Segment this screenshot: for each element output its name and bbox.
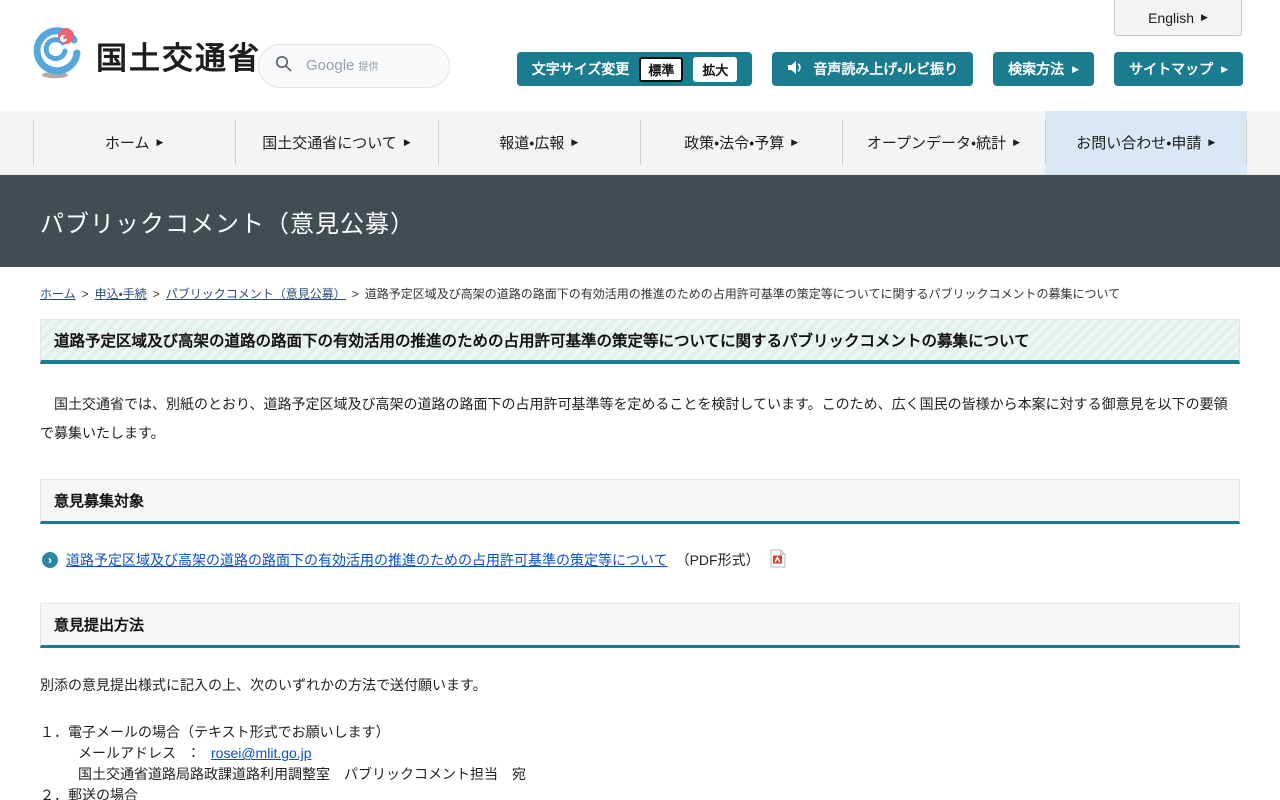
mail-case-line: ２．郵送の場合 bbox=[40, 785, 1240, 800]
search-icon bbox=[275, 55, 292, 77]
font-size-standard-button[interactable]: 標準 bbox=[639, 57, 683, 82]
attachment-format-label: （PDF形式） bbox=[676, 550, 760, 570]
nav-item-contact[interactable]: お問い合わせ・申請 ▶ bbox=[1045, 111, 1247, 174]
arrow-right-icon: ▶ bbox=[1072, 65, 1079, 74]
email-address-line: メールアドレス ： rosei@mlit.go.jp bbox=[40, 743, 1240, 764]
tts-button-label: 音声読み上げ・ルビ振り bbox=[813, 59, 958, 79]
site-header: 国土交通省 Google 提供 English ▶ 文字サイズ変更 標準 拡大 bbox=[0, 0, 1280, 111]
font-size-large-button[interactable]: 拡大 bbox=[693, 57, 737, 82]
nav-item-label: オープンデータ・統計 bbox=[867, 132, 1006, 153]
nav-item-label: お問い合わせ・申請 bbox=[1076, 132, 1201, 153]
header-buttons: 文字サイズ変更 標準 拡大 音声読み上げ・ルビ振り 検索方法 ▶ サイトマップ … bbox=[517, 52, 1243, 86]
search-placeholder-suffix: 提供 bbox=[358, 62, 378, 73]
article-title: 道路予定区域及び高架の道路の路面下の有効活用の推進のための占用許可基準の策定等に… bbox=[40, 319, 1240, 364]
global-nav: ホーム ▶ 国土交通省について ▶ 報道・広報 ▶ 政策・法令・予算 ▶ オープ… bbox=[0, 111, 1280, 175]
main-content: ホーム > 申込・手続 > パブリックコメント（意見公募） > 道路予定区域及び… bbox=[0, 267, 1280, 800]
email-label: メールアドレス ： bbox=[78, 745, 211, 761]
nav-item-label: 国土交通省について bbox=[262, 132, 397, 153]
breadcrumb-current: 道路予定区域及び高架の道路の路面下の有効活用の推進のための占用許可基準の策定等に… bbox=[365, 285, 1120, 302]
sitemap-button[interactable]: サイトマップ ▶ bbox=[1114, 52, 1243, 86]
tts-button[interactable]: 音声読み上げ・ルビ振り bbox=[772, 52, 973, 86]
breadcrumb-link-applications[interactable]: 申込・手続 bbox=[95, 285, 147, 302]
search-placeholder-brand: Google bbox=[306, 57, 354, 74]
site-logo[interactable]: 国土交通省 bbox=[30, 26, 261, 85]
english-button[interactable]: English ▶ bbox=[1114, 0, 1242, 36]
article-intro: 国土交通省では、別紙のとおり、道路予定区域及び高架の道路の路面下の占用許可基準等… bbox=[40, 390, 1240, 447]
nav-item-home[interactable]: ホーム ▶ bbox=[33, 111, 235, 174]
arrow-right-icon: ▶ bbox=[571, 138, 578, 147]
arrow-right-icon: ▶ bbox=[1201, 13, 1208, 22]
breadcrumb-separator: > bbox=[153, 287, 160, 301]
section-heading-target: 意見募集対象 bbox=[40, 479, 1240, 524]
page-title-band: パブリックコメント（意見公募） bbox=[0, 175, 1280, 267]
breadcrumb: ホーム > 申込・手続 > パブリックコメント（意見公募） > 道路予定区域及び… bbox=[40, 285, 1240, 302]
nav-item-label: 報道・広報 bbox=[499, 132, 564, 153]
nav-item-press[interactable]: 報道・広報 ▶ bbox=[438, 111, 640, 174]
search-input[interactable]: Google 提供 bbox=[258, 44, 450, 88]
nav-item-opendata[interactable]: オープンデータ・統計 ▶ bbox=[842, 111, 1044, 174]
english-button-label: English bbox=[1148, 10, 1194, 26]
attachment-link[interactable]: 道路予定区域及び高架の道路の路面下の有効活用の推進のための占用許可基準の策定等に… bbox=[66, 550, 668, 570]
method-lead: 別添の意見提出様式に記入の上、次のいずれかの方法で送付願います。 bbox=[40, 675, 1240, 695]
sitemap-label: サイトマップ bbox=[1129, 59, 1213, 79]
nav-item-label: ホーム bbox=[105, 132, 150, 153]
font-size-control: 文字サイズ変更 標準 拡大 bbox=[517, 52, 753, 86]
breadcrumb-link-home[interactable]: ホーム bbox=[40, 285, 76, 302]
chevron-bullet-icon: › bbox=[42, 552, 58, 568]
nav-item-about[interactable]: 国土交通省について ▶ bbox=[235, 111, 437, 174]
font-size-label: 文字サイズ変更 bbox=[532, 59, 630, 79]
page-title: パブリックコメント（意見公募） bbox=[40, 204, 415, 239]
breadcrumb-separator: > bbox=[82, 287, 89, 301]
search-method-label: 検索方法 bbox=[1008, 59, 1064, 79]
speaker-icon bbox=[787, 60, 805, 78]
arrow-right-icon: ▶ bbox=[1013, 138, 1020, 147]
site-name: 国土交通省 bbox=[96, 33, 261, 78]
attachment-link-row: › 道路予定区域及び高架の道路の路面下の有効活用の推進のための占用許可基準の策定… bbox=[42, 549, 1240, 571]
pdf-icon[interactable] bbox=[770, 549, 786, 571]
section-heading-method: 意見提出方法 bbox=[40, 603, 1240, 648]
search-method-button[interactable]: 検索方法 ▶ bbox=[993, 52, 1094, 86]
arrow-right-icon: ▶ bbox=[404, 138, 411, 147]
arrow-right-icon: ▶ bbox=[1208, 138, 1215, 147]
email-link[interactable]: rosei@mlit.go.jp bbox=[211, 745, 312, 761]
email-destination-line: 国土交通省道路局路政課道路利用調整室 パブリックコメント担当 宛 bbox=[40, 764, 1240, 785]
nav-item-label: 政策・法令・予算 bbox=[684, 132, 784, 153]
email-case-line: １．電子メールの場合（テキスト形式でお願いします） bbox=[40, 722, 1240, 743]
breadcrumb-link-publiccomment[interactable]: パブリックコメント（意見公募） bbox=[166, 285, 346, 302]
mlit-logo-icon bbox=[30, 26, 88, 85]
submission-methods: １．電子メールの場合（テキスト形式でお願いします） メールアドレス ： rose… bbox=[40, 722, 1240, 800]
arrow-right-icon: ▶ bbox=[1221, 65, 1228, 74]
arrow-right-icon: ▶ bbox=[156, 138, 163, 147]
arrow-right-icon: ▶ bbox=[791, 138, 798, 147]
breadcrumb-separator: > bbox=[352, 287, 359, 301]
nav-item-policy[interactable]: 政策・法令・予算 ▶ bbox=[640, 111, 842, 174]
